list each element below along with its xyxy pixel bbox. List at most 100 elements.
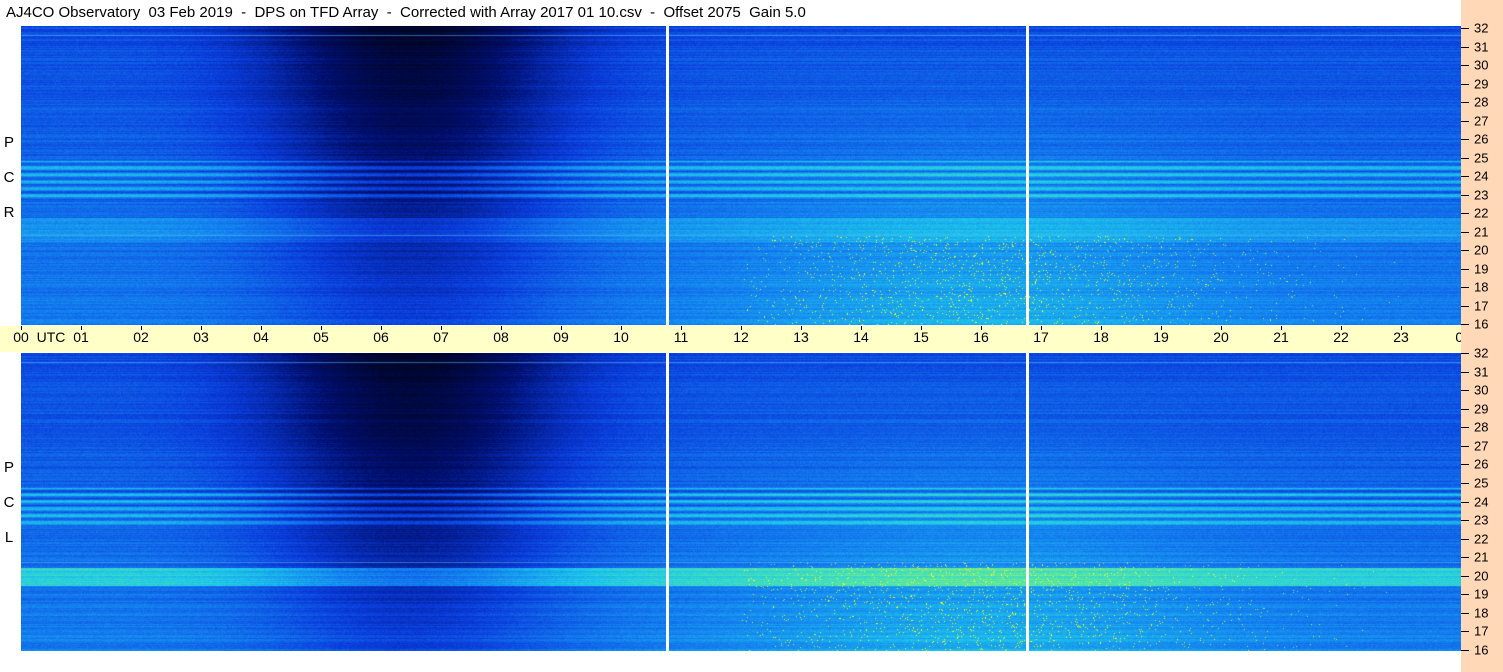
data-gap-line: [1026, 26, 1029, 325]
frequency-axis-label: 29: [1474, 76, 1489, 91]
frequency-axis-tick: [1461, 28, 1469, 29]
frequency-axis-tick: [1461, 594, 1469, 596]
frequency-axis-label: 17: [1474, 298, 1489, 313]
frequency-axis-tick: [1461, 371, 1469, 373]
time-axis-hour-label: 00: [13, 329, 29, 345]
frequency-axis-label: 32: [1474, 20, 1489, 36]
time-axis-tick: [261, 326, 262, 330]
time-axis-hour-label: 13: [793, 329, 809, 345]
frequency-axis-tick: [1461, 287, 1469, 288]
time-axis-hour-label: 11: [673, 329, 689, 345]
frequency-axis-label: 21: [1474, 224, 1489, 239]
data-gap-line: [1026, 353, 1029, 651]
time-axis-hour-label: 01: [73, 329, 89, 345]
time-axis-tick: [1041, 326, 1042, 330]
time-axis-tick: [141, 326, 142, 330]
frequency-axis-label: 31: [1474, 364, 1489, 380]
time-axis-hour-label: 19: [1153, 329, 1169, 345]
frequency-axis-label: 16: [1474, 316, 1489, 332]
time-axis-hour-label: 18: [1093, 329, 1109, 345]
lcp-label-p: P: [3, 459, 14, 476]
time-axis-hour-label: 04: [253, 329, 269, 345]
time-axis-tick: [321, 326, 322, 330]
frequency-axis-label: 27: [1474, 438, 1489, 454]
frequency-axis-tick: [1461, 194, 1469, 196]
frequency-axis: 32 31 30 29 28 27 26 25 24 23 22 21 20 19 18 17 16 32 31 30…: [1461, 0, 1503, 672]
time-axis-tick: [801, 326, 802, 330]
time-axis-tick: [1101, 326, 1102, 330]
frequency-axis-label: 23: [1474, 187, 1489, 202]
time-axis-tick: [201, 326, 202, 330]
time-axis-tick: [741, 326, 742, 330]
rcp-label-r: R: [3, 204, 15, 221]
frequency-axis-tick: [1461, 176, 1469, 177]
frequency-axis-tick: [1461, 612, 1469, 614]
time-axis-hour-label: 02: [133, 329, 149, 345]
frequency-axis-tick: [1461, 65, 1469, 66]
time-axis-hour-label: 10: [613, 329, 629, 345]
rcp-label-c: C: [3, 169, 15, 186]
time-axis-tick: [81, 326, 82, 330]
time-axis-tick: [681, 326, 682, 330]
time-axis-hour-label: 03: [193, 329, 209, 345]
time-axis-tick: [1221, 326, 1222, 330]
lcp-label-c: C: [3, 494, 15, 511]
frequency-axis-label: 18: [1474, 605, 1489, 621]
data-gap-line: [666, 26, 669, 325]
time-axis-tick: [561, 326, 562, 330]
time-axis-tick: [21, 326, 22, 330]
frequency-axis-label: 20: [1474, 568, 1489, 584]
time-axis-hour-label: 08: [493, 329, 509, 345]
frequency-axis-tick: [1461, 501, 1469, 503]
time-axis-hour-label: 09: [553, 329, 569, 345]
frequency-axis-tick: [1461, 46, 1469, 48]
frequency-axis-tick: [1461, 427, 1469, 429]
time-axis-hour-label: 15: [913, 329, 929, 345]
lcp-label: P C L: [2, 450, 16, 555]
time-axis-hour-label: 22: [1333, 329, 1349, 345]
frequency-axis-tick: [1461, 83, 1469, 85]
frequency-axis-tick: [1461, 464, 1469, 466]
window-title: AJ4CO Observatory 03 Feb 2019 - DPS on T…: [6, 4, 806, 21]
frequency-axis-tick: [1461, 650, 1469, 651]
frequency-axis-label: 21: [1474, 549, 1489, 565]
frequency-axis-label: 24: [1474, 494, 1489, 509]
frequency-axis-label: 17: [1474, 623, 1489, 639]
frequency-axis-tick: [1461, 353, 1469, 354]
time-axis-hour-label: 23: [1393, 329, 1409, 345]
frequency-axis-label: 20: [1474, 242, 1489, 258]
frequency-axis-tick: [1461, 268, 1469, 270]
spectrogram-rcp: [21, 26, 1461, 325]
frequency-axis-tick: [1461, 120, 1469, 122]
frequency-axis-tick: [1461, 324, 1469, 325]
time-axis-hour-label: 14: [853, 329, 869, 345]
time-axis-tick: [441, 326, 442, 330]
time-axis-hour-label: 05: [313, 329, 329, 345]
frequency-axis-label: 28: [1474, 94, 1489, 110]
frequency-axis-label: 28: [1474, 419, 1489, 435]
time-axis-hour-label: 21: [1273, 329, 1289, 345]
time-axis-tick: [921, 326, 922, 330]
time-axis-tick: [1401, 326, 1402, 330]
time-axis-hour-label: 12: [733, 329, 749, 345]
frequency-axis-label: 22: [1474, 531, 1489, 547]
frequency-axis-label: 31: [1474, 39, 1489, 54]
time-axis-hour-label: 20: [1213, 329, 1229, 345]
time-axis-tick: [1161, 326, 1162, 330]
time-axis-tick: [1281, 326, 1282, 330]
frequency-axis-label: 19: [1474, 586, 1489, 602]
frequency-axis-tick: [1461, 231, 1469, 233]
time-axis-tick: [501, 326, 502, 330]
frequency-axis-tick: [1461, 445, 1469, 447]
spectrogram-lcp: [21, 353, 1461, 651]
rcp-label-p: P: [3, 134, 14, 151]
time-axis-hour-label: 16: [973, 329, 989, 345]
frequency-axis-tick: [1461, 482, 1469, 484]
frequency-axis-label: 30: [1474, 382, 1489, 398]
time-axis-tick: [981, 326, 982, 330]
frequency-axis-tick: [1461, 139, 1469, 140]
time-axis-tick: [621, 326, 622, 330]
frequency-axis-label: 19: [1474, 261, 1489, 276]
frequency-axis-label: 29: [1474, 401, 1489, 417]
frequency-axis-tick: [1461, 538, 1469, 540]
